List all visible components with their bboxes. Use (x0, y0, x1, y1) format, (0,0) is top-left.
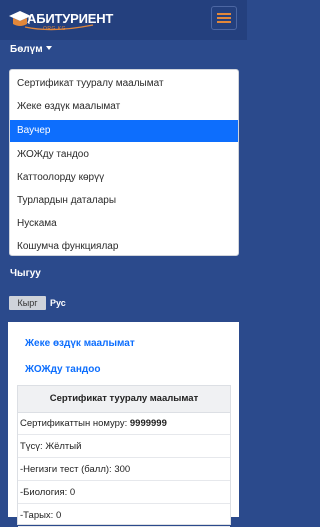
dropdown-item-personal-info[interactable]: Жеке өздүк маалымат (10, 96, 238, 118)
language-kyrgyz-button[interactable]: Кырг (9, 296, 46, 310)
certificate-number-value: 9999999 (129, 418, 167, 429)
hamburger-icon (217, 17, 231, 19)
dropdown-item-voucher[interactable]: Ваучер (10, 120, 238, 142)
dropdown-item-university-choice[interactable]: ЖОЖду тандоо (10, 144, 238, 166)
history-score-row: -Тарых: 0 (18, 505, 230, 527)
dropdown-item-round-dates[interactable]: Турлардын даталары (10, 190, 238, 212)
university-choice-link[interactable]: ЖОЖду тандоо (25, 364, 100, 375)
brand-tagline: ORG.KG (43, 26, 67, 32)
certificate-number-row: Сертификаттын номуру: 9999999 (18, 413, 230, 435)
certificate-type-row: Түсү: Жёлтый (18, 436, 230, 458)
personal-info-link[interactable]: Жеке өздүк маалымат (25, 338, 135, 349)
brand-name: АБИТУРИЕНТ (27, 11, 114, 26)
brand-logo[interactable]: АБИТУРИЕНТ ORG.KG (7, 5, 113, 35)
certificate-card-title: Сертификат тууралу маалымат (18, 386, 230, 413)
caret-down-icon (45, 46, 52, 50)
main-content: Жеке өздүк маалымат ЖОЖду тандоо Сертифи… (8, 322, 239, 527)
logout-link[interactable]: Чыгуу (10, 268, 41, 279)
hamburger-icon (217, 13, 231, 15)
hamburger-icon (217, 21, 231, 23)
dropdown-item-instructions[interactable]: Нускама (10, 213, 238, 235)
menu-toggle-button[interactable] (211, 6, 237, 30)
biology-score-row: -Биология: 0 (18, 482, 230, 504)
certificate-number-label: Сертификаттын номуру: (20, 418, 128, 429)
dropdown-item-extra-functions[interactable]: Кошумча функциялар (10, 236, 238, 258)
main-test-score-row: -Негизги тест (балл): 300 (18, 459, 230, 481)
section-dropdown-menu: Сертификат тууралу маалымат Жеке өздүк м… (9, 69, 239, 256)
dropdown-item-view-registrations[interactable]: Каттоолорду көрүү (10, 167, 238, 189)
navbar: АБИТУРИЕНТ ORG.KG (0, 0, 247, 40)
section-dropdown-toggle[interactable]: Бөлүм (10, 44, 52, 55)
language-russian-button[interactable]: Рус (50, 296, 66, 310)
dropdown-item-certificate[interactable]: Сертификат тууралу маалымат (10, 73, 238, 95)
section-dropdown-label: Бөлүм (10, 44, 43, 55)
certificate-card: Сертификат тууралу маалымат Сертификатты… (17, 385, 231, 527)
